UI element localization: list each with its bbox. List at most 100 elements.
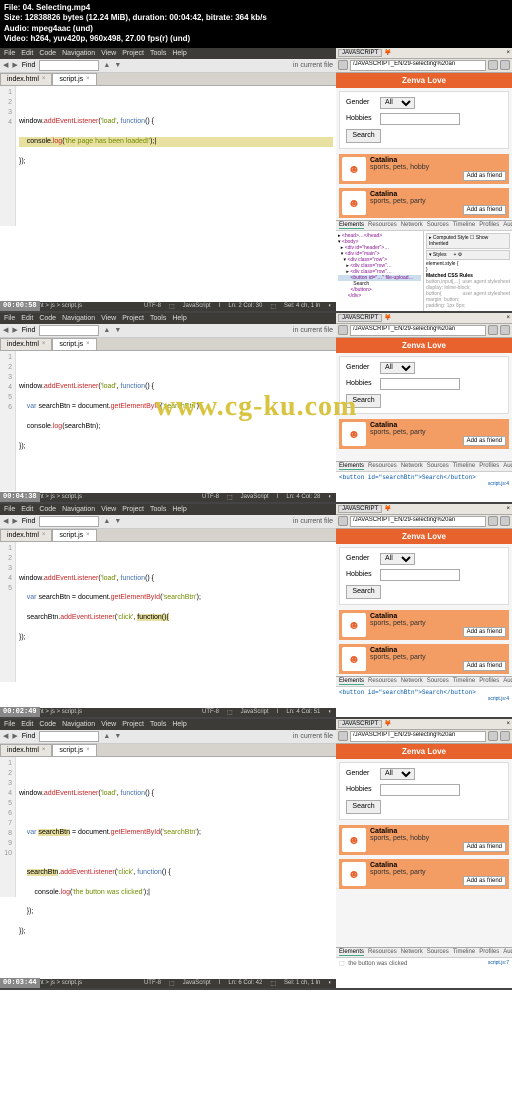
code-editor: File Edit Code Navigation View Project T… — [0, 48, 336, 311]
code-area[interactable]: 1234 window.addEventListener('load', fun… — [0, 86, 336, 226]
friend-card: ☻ Catalinasports, pets, party Add as fri… — [339, 188, 509, 218]
code-area[interactable]: 123456 window.addEventListener('load', f… — [0, 351, 336, 491]
close-icon[interactable]: × — [86, 76, 90, 82]
editor-menubar[interactable]: FileEditCodeNavigationViewProjectToolsHe… — [0, 313, 336, 324]
frame-1: File Edit Code Navigation View Project T… — [0, 48, 512, 313]
search-button[interactable]: Search — [346, 585, 381, 599]
nav-back-icon[interactable]: ◀ — [3, 61, 8, 69]
app-header: Zenva Love — [336, 73, 512, 88]
tab-index-html[interactable]: index.html× — [0, 73, 52, 85]
devtools[interactable]: Elements Resources Network Sources Timel… — [336, 220, 512, 311]
browser-tab[interactable]: JAVASCRIPT — [338, 49, 382, 57]
find-input[interactable] — [39, 731, 99, 742]
tab-script-js[interactable]: script.js× — [52, 338, 96, 350]
menu-help[interactable]: Help — [172, 50, 186, 57]
find-input[interactable] — [39, 60, 99, 71]
devtools-dom-tree[interactable]: ▸ <head>…</head> ▾ <body> ▸ <div id="hea… — [336, 231, 424, 311]
devtools-tab-audits[interactable]: Audits — [503, 222, 512, 229]
devtools-tabs[interactable]: Elements Resources Network Sources Timel… — [336, 221, 512, 231]
reload-icon[interactable] — [338, 325, 348, 335]
devtools-styles[interactable]: ▸ Computed Style ☐ Show Inherited ▾ Styl… — [424, 231, 512, 311]
devtools-console[interactable]: <button id="searchBtn">Search</button> s… — [336, 687, 512, 717]
hobbies-input[interactable] — [380, 569, 460, 581]
menu-project[interactable]: Project — [122, 50, 144, 57]
friend-name: Catalina — [370, 191, 426, 198]
nav-fwd-icon[interactable]: ▶ — [12, 61, 17, 69]
devtools-tab-timeline[interactable]: Timeline — [453, 222, 475, 229]
gender-select[interactable]: All — [380, 553, 415, 565]
code-area[interactable]: 12345678910 window.addEventListener('loa… — [0, 757, 336, 897]
devtools-console[interactable]: ⬚ the button was clicked script.js:7 — [336, 958, 512, 988]
menu-edit[interactable]: Edit — [21, 50, 33, 57]
add-friend-button[interactable]: Add as friend — [463, 842, 506, 852]
tab-script-js[interactable]: script.js× — [52, 73, 96, 85]
hobbies-label: Hobbies — [346, 115, 376, 122]
frame-4: FileEditCodeNavigationViewProjectToolsHe… — [0, 719, 512, 990]
devtools-tab-resources[interactable]: Resources — [368, 222, 397, 229]
devtools-tab-elements[interactable]: Elements — [339, 222, 364, 229]
devtools-tab-sources[interactable]: Sources — [427, 222, 449, 229]
menu-icon[interactable] — [488, 60, 498, 70]
friend-hobbies: sports, pets, hobby — [370, 164, 429, 171]
url-bar[interactable]: /JAVASCRIPT_EN/29-selecting%20an — [350, 60, 486, 71]
tab-script-js[interactable]: script.js× — [52, 529, 96, 541]
menu-file[interactable]: File — [4, 50, 15, 57]
search-form: GenderAll Hobbies Search — [339, 91, 509, 149]
friend-hobbies: sports, pets, party — [370, 198, 426, 205]
find-input[interactable] — [39, 516, 99, 527]
hobbies-input[interactable] — [380, 378, 460, 390]
add-friend-button[interactable]: Add as friend — [463, 171, 506, 181]
editor-statusbar: end click event > js > script.js UTF-8⬚J… — [0, 302, 336, 311]
tab-index-html[interactable]: index.html× — [0, 529, 52, 541]
code-text[interactable]: window.addEventListener('load', function… — [16, 86, 336, 226]
gender-select[interactable]: All — [380, 768, 415, 780]
reload-icon[interactable] — [338, 516, 348, 526]
url-bar[interactable]: /JAVASCRIPT_EN/29-selecting%20an — [350, 516, 486, 527]
line-numbers: 1234 — [0, 86, 16, 226]
more-icon[interactable] — [500, 60, 510, 70]
firefox-icon: 🦊 — [384, 49, 391, 56]
url-bar[interactable]: /JAVASCRIPT_EN/29-selecting%20an — [350, 325, 486, 336]
tab-script-js[interactable]: script.js× — [52, 744, 96, 756]
find-label: Find — [22, 62, 36, 69]
close-icon[interactable]: × — [506, 50, 510, 56]
devtools-tab-network[interactable]: Network — [401, 222, 423, 229]
editor-tabs: index.html× script.js× — [0, 73, 336, 86]
search-button[interactable]: Search — [346, 129, 381, 143]
menu-code[interactable]: Code — [39, 50, 56, 57]
video-metadata-overlay: File: 04. Selecting.mp4 Size: 12838826 b… — [0, 0, 512, 48]
menu-navigation[interactable]: Navigation — [62, 50, 95, 57]
close-icon[interactable]: × — [42, 76, 46, 82]
find-bar: ◀ ▶ Find ▲ ▼ in current file — [0, 59, 336, 73]
add-friend-button[interactable]: Add as friend — [463, 627, 506, 637]
search-button[interactable]: Search — [346, 394, 381, 408]
browser-toolbar: JAVASCRIPT 🦊 × — [336, 48, 512, 59]
editor-menubar[interactable]: File Edit Code Navigation View Project T… — [0, 48, 336, 59]
avatar: ☻ — [342, 157, 366, 181]
menu-tools[interactable]: Tools — [150, 50, 166, 57]
hobbies-input[interactable] — [380, 784, 460, 796]
gender-select[interactable]: All — [380, 97, 415, 109]
menu-view[interactable]: View — [101, 50, 116, 57]
search-button[interactable]: Search — [346, 800, 381, 814]
gender-select[interactable]: All — [380, 362, 415, 374]
devtools-tab-profiles[interactable]: Profiles — [479, 222, 499, 229]
devtools-console[interactable]: <button id="searchBtn">Search</button> s… — [336, 472, 512, 502]
code-area[interactable]: 12345 window.addEventListener('load', fu… — [0, 542, 336, 682]
timestamp: 00:03:44 — [0, 978, 40, 988]
tab-index-html[interactable]: index.html× — [0, 338, 52, 350]
reload-icon[interactable] — [338, 60, 348, 70]
find-scope: in current file — [293, 62, 333, 69]
find-input[interactable] — [39, 325, 99, 336]
add-friend-button[interactable]: Add as friend — [463, 876, 506, 886]
find-prev-icon[interactable]: ▲ — [103, 62, 110, 69]
reload-icon[interactable] — [338, 731, 348, 741]
add-friend-button[interactable]: Add as friend — [463, 661, 506, 671]
url-bar[interactable]: /JAVASCRIPT_EN/29-selecting%20an — [350, 731, 486, 742]
add-friend-button[interactable]: Add as friend — [463, 205, 506, 215]
frame-2: FileEditCodeNavigationViewProjectToolsHe… — [0, 313, 512, 504]
hobbies-input[interactable] — [380, 113, 460, 125]
tab-index-html[interactable]: index.html× — [0, 744, 52, 756]
add-friend-button[interactable]: Add as friend — [463, 436, 506, 446]
find-next-icon[interactable]: ▼ — [114, 62, 121, 69]
